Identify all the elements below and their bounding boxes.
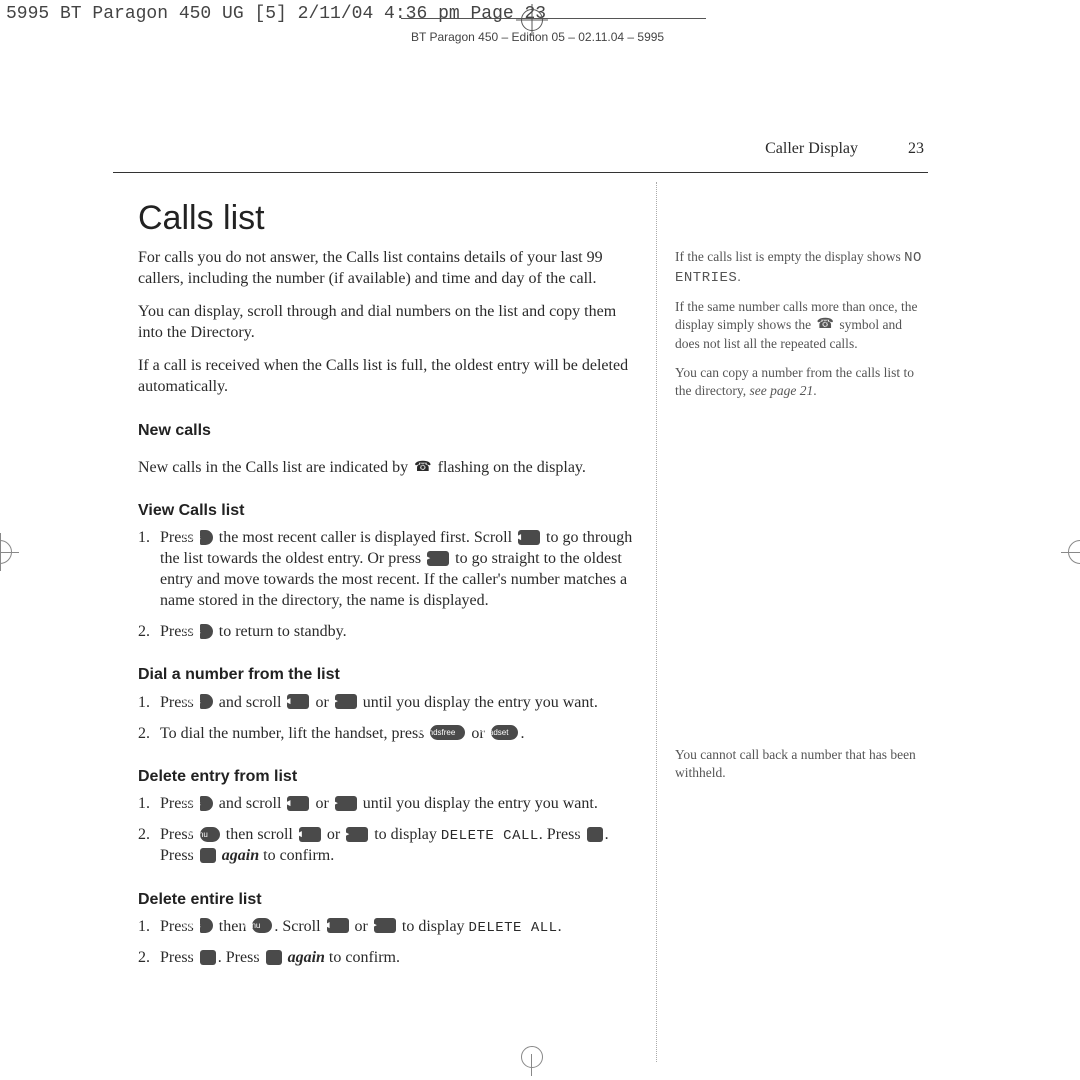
left-key-icon: ◄ — [299, 827, 321, 842]
heading-view-calls: View Calls list — [138, 500, 638, 521]
calls-key-icon: Calls — [200, 918, 213, 933]
side-note: If the calls list is empty the display s… — [675, 248, 929, 288]
right-key-icon: ► — [335, 694, 357, 709]
right-key-icon: ► — [335, 796, 357, 811]
heading-dial: Dial a number from the list — [138, 664, 638, 685]
section-name: Caller Display — [765, 140, 858, 157]
header-rule — [401, 18, 706, 19]
crop-register-left — [0, 540, 12, 564]
crop-register-right — [1068, 540, 1080, 564]
calls-key-icon: Calls — [200, 796, 213, 811]
left-key-icon: ◄ — [287, 796, 309, 811]
phone-icon: ☎ — [414, 459, 431, 477]
prepress-slug: 5995 BT Paragon 450 UG [5] 2/11/04 4:36 … — [6, 4, 546, 24]
side-note-withheld: You cannot call back a number that has b… — [675, 746, 929, 782]
handsfree-key-icon: Handsfree — [430, 725, 465, 740]
left-key-icon: ◄ — [327, 918, 349, 933]
new-calls-line: New calls in the Calls list are indicate… — [138, 457, 638, 478]
running-head: Caller Display 23 — [765, 140, 924, 158]
list-item: 1.Press Calls and scroll ◄ or ► until yo… — [138, 793, 638, 814]
ok-key-icon: OK — [200, 950, 216, 965]
header-underline — [113, 172, 928, 173]
menu-key-icon: Menu — [200, 827, 220, 842]
ok-key-icon: OK — [200, 848, 216, 863]
side-note: You can copy a number from the calls lis… — [675, 364, 929, 400]
page-number: 23 — [908, 140, 924, 158]
list-item: 2.Press Menu then scroll ◄ or ► to displ… — [138, 824, 638, 867]
list-item: 2.Press OK. Press OK again to confirm. — [138, 947, 638, 968]
view-steps: 1.Press Calls the most recent caller is … — [138, 527, 638, 643]
delete-entry-steps: 1.Press Calls and scroll ◄ or ► until yo… — [138, 793, 638, 867]
intro-p3: If a call is received when the Calls lis… — [138, 355, 638, 397]
list-item: 2.Press Calls to return to standby. — [138, 621, 638, 642]
side-note: If the same number calls more than once,… — [675, 298, 929, 354]
list-item: 1.Press Calls the most recent caller is … — [138, 527, 638, 611]
right-key-icon: ► — [346, 827, 368, 842]
crop-register-top — [521, 9, 543, 31]
header-edition: BT Paragon 450 – Edition 05 – 02.11.04 –… — [411, 30, 664, 44]
crop-register-bottom — [521, 1046, 543, 1068]
ok-key-icon: OK — [266, 950, 282, 965]
main-column: Calls list For calls you do not answer, … — [138, 196, 638, 978]
crop-tick-bottom — [531, 1054, 532, 1076]
page-title: Calls list — [138, 196, 638, 241]
right-key-icon: ► — [427, 551, 449, 566]
side-column: If the calls list is empty the display s… — [675, 248, 929, 792]
list-item: 1.Press Calls and scroll ◄ or ► until yo… — [138, 692, 638, 713]
delete-all-steps: 1.Press Calls then Menu. Scroll ◄ or ► t… — [138, 916, 638, 969]
right-key-icon: ► — [374, 918, 396, 933]
left-key-icon: ◄ — [518, 530, 540, 545]
list-item: 2.To dial the number, lift the handset, … — [138, 723, 638, 744]
menu-key-icon: Menu — [252, 918, 272, 933]
calls-key-icon: Calls — [200, 530, 213, 545]
calls-key-icon: Calls — [200, 624, 213, 639]
dial-steps: 1.Press Calls and scroll ◄ or ► until yo… — [138, 692, 638, 744]
repeat-call-icon: ☎ — [817, 316, 834, 335]
ok-key-icon: OK — [587, 827, 603, 842]
headset-key-icon: Headset — [491, 725, 519, 740]
intro-p2: You can display, scroll through and dial… — [138, 301, 638, 343]
heading-new-calls: New calls — [138, 420, 638, 441]
list-item: 1.Press Calls then Menu. Scroll ◄ or ► t… — [138, 916, 638, 937]
calls-key-icon: Calls — [200, 694, 213, 709]
left-key-icon: ◄ — [287, 694, 309, 709]
heading-delete-all: Delete entire list — [138, 889, 638, 910]
intro-p1: For calls you do not answer, the Calls l… — [138, 247, 638, 289]
column-separator — [656, 182, 657, 1062]
heading-delete-entry: Delete entry from list — [138, 766, 638, 787]
